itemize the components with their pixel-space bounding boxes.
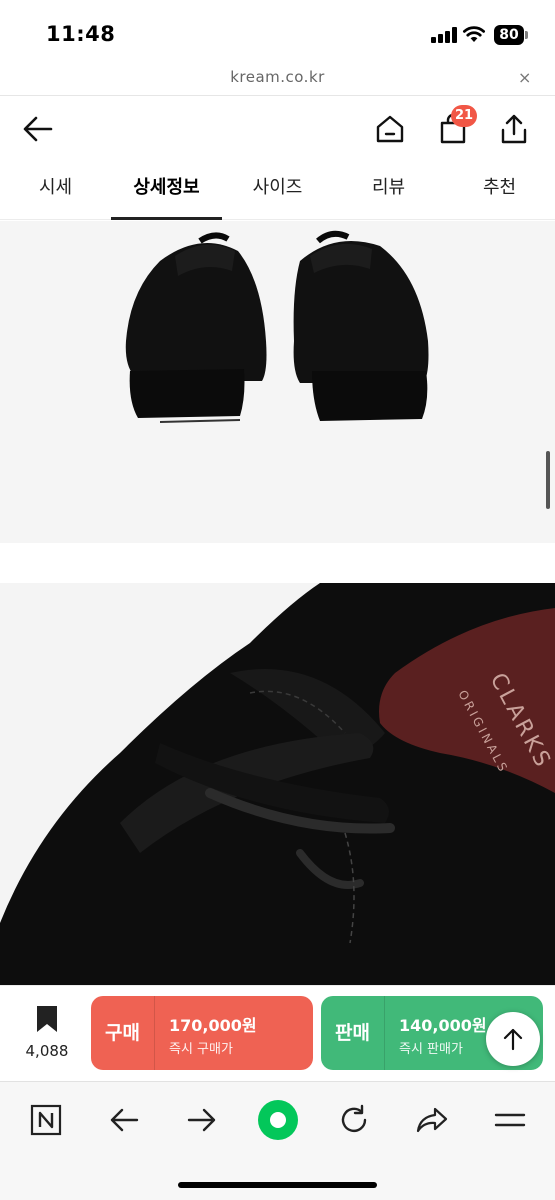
- wifi-icon: [462, 24, 486, 44]
- back-button[interactable]: [18, 109, 58, 149]
- shoe-closeup-view-image: CLARKS ORIGINALS: [0, 583, 555, 985]
- buy-price: 170,000원: [169, 1016, 257, 1035]
- buy-button[interactable]: 구매 170,000원 즉시 구매가: [91, 996, 313, 1070]
- home-button[interactable]: [370, 109, 410, 149]
- wishlist-count: 4,088: [25, 1042, 69, 1060]
- forward-arrow-icon: [187, 1108, 216, 1132]
- bookmark-icon: [37, 1006, 57, 1032]
- sell-label: 판매: [321, 996, 385, 1070]
- battery-level: 80: [494, 25, 524, 45]
- scroll-to-top-button[interactable]: [486, 1012, 540, 1066]
- tab-size[interactable]: 사이즈: [222, 160, 333, 219]
- cart-count-badge: 21: [451, 105, 478, 127]
- wishlist-button[interactable]: 4,088: [14, 996, 80, 1072]
- tab-price[interactable]: 시세: [0, 160, 111, 219]
- refresh-button[interactable]: [332, 1098, 376, 1142]
- green-dot-home-icon: [258, 1100, 298, 1140]
- status-time: 11:48: [46, 22, 116, 46]
- browser-back-button[interactable]: [102, 1098, 146, 1142]
- arrow-left-icon: [23, 116, 53, 142]
- purchase-action-bar: 4,088 구매 170,000원 즉시 구매가 판매 140,000원 즉시 …: [0, 985, 555, 1081]
- share-arrow-icon: [416, 1107, 448, 1133]
- refresh-icon: [341, 1104, 367, 1133]
- browser-toolbar: [0, 1081, 555, 1200]
- image-gap: [0, 543, 555, 583]
- product-tabs: 시세 상세정보 사이즈 리뷰 추천: [0, 160, 555, 220]
- browser-menu-button[interactable]: [488, 1098, 532, 1142]
- scroll-indicator[interactable]: [546, 451, 550, 509]
- menu-icon: [494, 1113, 526, 1127]
- browser-url-bar[interactable]: kream.co.kr ×: [0, 62, 555, 96]
- naver-n-icon: [30, 1104, 62, 1136]
- cart-button[interactable]: 21: [433, 105, 478, 149]
- close-icon[interactable]: ×: [518, 68, 531, 87]
- cellular-signal-icon: [431, 27, 457, 43]
- buy-label: 구매: [91, 996, 155, 1070]
- product-detail-content[interactable]: CLARKS ORIGINALS: [0, 221, 555, 985]
- app-header: 21: [0, 97, 555, 159]
- arrow-up-icon: [503, 1028, 523, 1051]
- share-icon: [501, 114, 527, 144]
- home-icon: [376, 115, 404, 143]
- back-arrow-icon: [110, 1108, 139, 1132]
- tab-recommend[interactable]: 추천: [444, 160, 555, 219]
- url-text[interactable]: kream.co.kr: [0, 68, 555, 86]
- battery-icon: 80: [494, 25, 528, 45]
- browser-forward-button[interactable]: [180, 1098, 224, 1142]
- sell-price: 140,000원: [399, 1016, 487, 1035]
- browser-home-button[interactable]: [256, 1098, 300, 1142]
- tab-details[interactable]: 상세정보: [111, 160, 222, 220]
- browser-share-button[interactable]: [410, 1098, 454, 1142]
- sell-sub-label: 즉시 판매가: [399, 1042, 463, 1057]
- home-indicator[interactable]: [178, 1182, 377, 1188]
- status-bar: 11:48 80: [0, 0, 555, 66]
- share-button[interactable]: [494, 109, 534, 149]
- shoes-back-view-image: [0, 221, 555, 543]
- naver-button[interactable]: [24, 1098, 68, 1142]
- buy-sub-label: 즉시 구매가: [169, 1042, 233, 1057]
- tab-review[interactable]: 리뷰: [333, 160, 444, 219]
